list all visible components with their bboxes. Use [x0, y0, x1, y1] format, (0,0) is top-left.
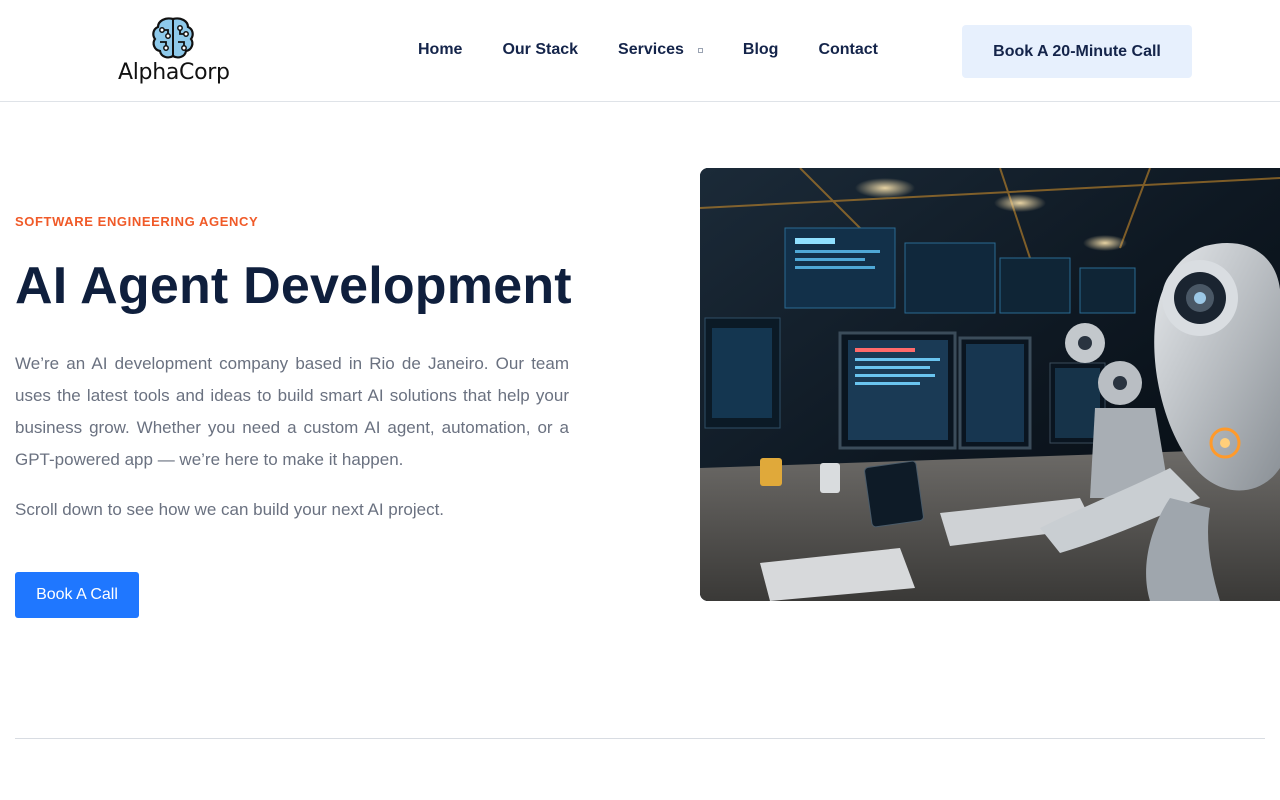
hero-eyebrow: SOFTWARE ENGINEERING AGENCY	[15, 214, 259, 229]
nav-home[interactable]: Home	[418, 41, 462, 59]
logo[interactable]: AlphaCorp	[118, 16, 230, 86]
site-header: AlphaCorp Home Our Stack Services Blog C…	[0, 0, 1280, 102]
book-20-minute-call-button[interactable]: Book A 20-Minute Call	[962, 25, 1192, 78]
section-divider	[15, 738, 1265, 739]
dropdown-indicator-icon	[697, 47, 703, 53]
nav-services-label: Services	[618, 41, 684, 58]
nav-contact[interactable]: Contact	[818, 41, 878, 59]
book-a-call-button[interactable]: Book A Call	[15, 572, 139, 618]
hero-description: We’re an AI development company based in…	[15, 354, 569, 469]
brand-name: AlphaCorp	[118, 60, 230, 85]
robot-lab-illustration	[700, 168, 1280, 601]
hero-subtext: Scroll down to see how we can build your…	[15, 500, 445, 519]
nav-our-stack[interactable]: Our Stack	[502, 41, 578, 59]
hero-title: AI Agent Development	[15, 257, 572, 315]
nav-services[interactable]: Services	[618, 41, 703, 59]
nav-blog[interactable]: Blog	[743, 41, 779, 59]
brain-circuit-icon	[152, 17, 194, 59]
main-nav: Home Our Stack Services Blog Contact	[418, 40, 918, 60]
hero-image	[700, 168, 1280, 601]
